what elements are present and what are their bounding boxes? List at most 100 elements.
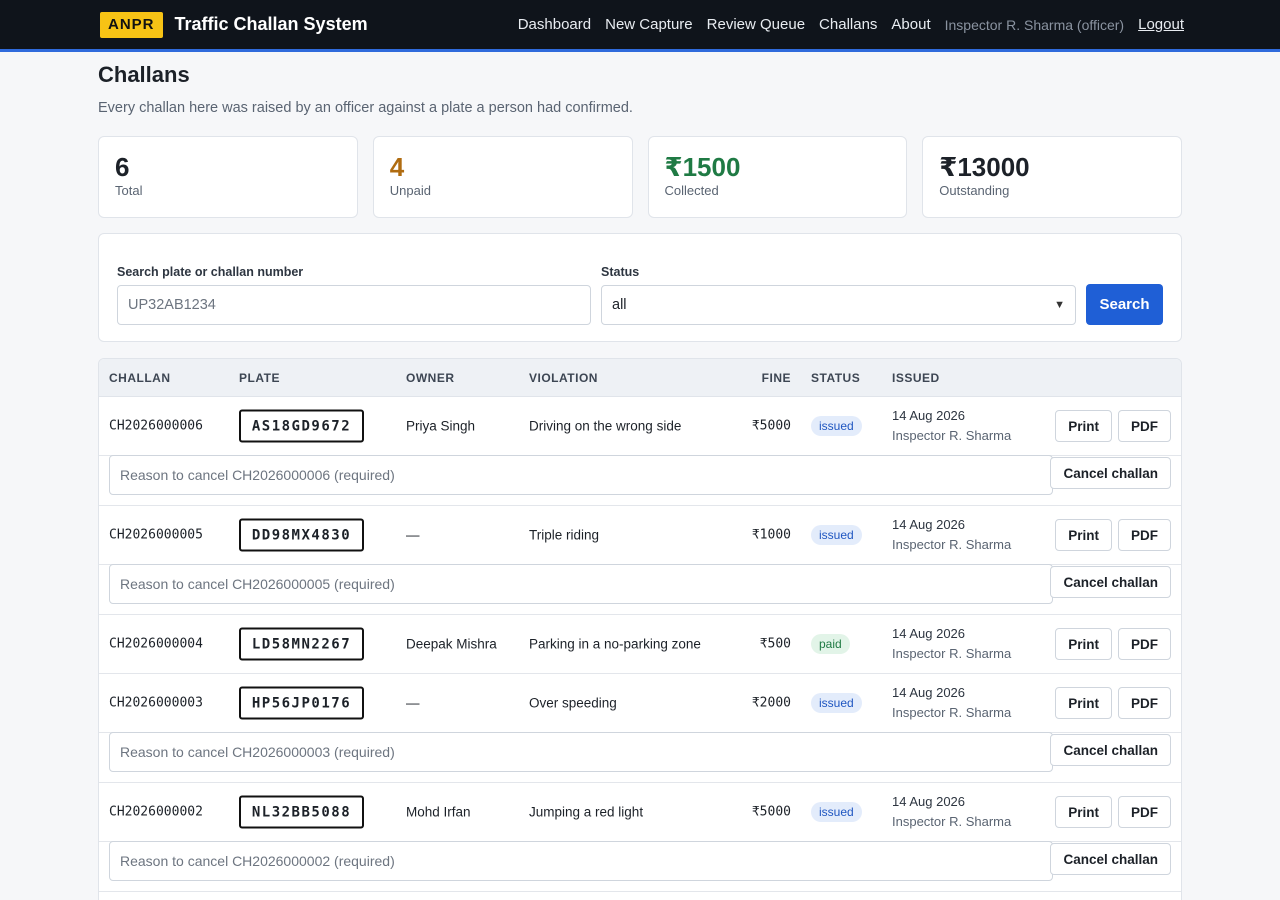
- print-button[interactable]: Print: [1055, 628, 1112, 660]
- cancel-challan-button[interactable]: Cancel challan: [1050, 734, 1171, 766]
- stat-value: ₹1500: [664, 152, 741, 182]
- status-select-value: all: [612, 297, 627, 313]
- cancel-reason-input[interactable]: [109, 841, 1053, 881]
- stat-value: 4: [389, 152, 405, 182]
- print-button[interactable]: Print: [1055, 796, 1112, 828]
- stat-label: Unpaid: [389, 183, 431, 198]
- nav-new-capture[interactable]: New Capture: [605, 16, 693, 33]
- violation: Over speeding: [529, 695, 617, 711]
- main-content: Challans Every challan here was raised b…: [98, 62, 1182, 900]
- header-issued: Issued: [892, 370, 940, 385]
- fine-amount: ₹5000: [751, 418, 791, 434]
- search-form: Search plate or challan number Status al…: [98, 233, 1182, 342]
- pdf-button[interactable]: PDF: [1118, 687, 1171, 719]
- status-select[interactable]: all ▼: [601, 285, 1076, 325]
- status-field: Status all ▼: [601, 265, 1076, 325]
- issued-info: 14 Aug 2026 Inspector R. Sharma: [892, 683, 1011, 723]
- header-plate: Plate: [239, 370, 280, 385]
- stat-label: Total: [115, 183, 143, 198]
- top-navbar: ANPR Traffic Challan System Dashboard Ne…: [0, 0, 1280, 52]
- status-badge: issued: [811, 693, 862, 713]
- logout-link[interactable]: Logout: [1138, 16, 1184, 33]
- issued-date: 14 Aug 2026: [892, 408, 966, 423]
- search-button[interactable]: Search: [1086, 284, 1163, 325]
- page-subtitle: Every challan here was raised by an offi…: [98, 100, 633, 116]
- nav-challans[interactable]: Challans: [819, 16, 877, 33]
- status-badge: issued: [811, 802, 862, 822]
- plate-number: AS18GD9672: [239, 409, 364, 443]
- cancel-reason-input[interactable]: [109, 455, 1053, 495]
- row-actions: Print PDF: [1055, 519, 1171, 551]
- issued-info: 14 Aug 2026 Inspector R. Sharma: [892, 515, 1011, 555]
- issued-by: Inspector R. Sharma: [892, 705, 1012, 720]
- row-actions: Print PDF: [1055, 410, 1171, 442]
- cancel-reason-input[interactable]: [109, 564, 1053, 604]
- table-row: CH2026000004 LD58MN2267 Deepak Mishra Pa…: [99, 615, 1181, 674]
- stat-unpaid: 4 Unpaid: [372, 136, 633, 218]
- issued-date: 14 Aug 2026: [892, 685, 966, 700]
- header-challan: Challan: [109, 370, 171, 385]
- issued-by: Inspector R. Sharma: [892, 814, 1012, 829]
- fine-amount: ₹1000: [751, 527, 791, 543]
- cancel-challan-button[interactable]: Cancel challan: [1050, 566, 1171, 598]
- page-title: Challans: [98, 62, 190, 87]
- nav-dashboard[interactable]: Dashboard: [518, 16, 591, 33]
- print-button[interactable]: Print: [1055, 519, 1112, 551]
- nav-review-queue[interactable]: Review Queue: [707, 16, 805, 33]
- issued-info: 14 Aug 2026 Inspector R. Sharma: [892, 406, 1011, 446]
- stat-total: 6 Total: [98, 136, 358, 218]
- cancel-row: Cancel challan: [99, 564, 1181, 615]
- main-nav: Dashboard New Capture Review Queue Chall…: [518, 16, 1184, 33]
- plate-number: NL32BB5088: [239, 795, 364, 829]
- print-button[interactable]: Print: [1055, 687, 1112, 719]
- stats-row: 6 Total 4 Unpaid ₹1500 Collected ₹13000 …: [98, 136, 1182, 218]
- header-fine: Fine: [761, 370, 791, 385]
- challans-table: Challan Plate Owner Violation Fine Statu…: [98, 358, 1182, 900]
- row-actions: Print PDF: [1055, 796, 1171, 828]
- pdf-button[interactable]: PDF: [1118, 519, 1171, 551]
- chevron-down-icon: ▼: [1054, 299, 1065, 311]
- status-badge: paid: [811, 634, 850, 654]
- stat-value: 6: [115, 152, 130, 182]
- issued-by: Inspector R. Sharma: [892, 428, 1012, 443]
- issued-date: 14 Aug 2026: [892, 626, 966, 641]
- issued-info: 14 Aug 2026 Inspector R. Sharma: [892, 624, 1011, 664]
- owner-name: Mohd Irfan: [406, 804, 471, 820]
- print-button[interactable]: Print: [1055, 410, 1112, 442]
- cancel-reason-input[interactable]: [109, 732, 1053, 772]
- pdf-button[interactable]: PDF: [1118, 628, 1171, 660]
- violation: Driving on the wrong side: [529, 418, 682, 434]
- row-actions: Print PDF: [1055, 687, 1171, 719]
- issued-by: Inspector R. Sharma: [892, 646, 1012, 661]
- challan-number: CH2026000005: [109, 527, 203, 543]
- nav-about[interactable]: About: [891, 16, 930, 33]
- violation: Jumping a red light: [529, 804, 644, 820]
- violation: Triple riding: [529, 527, 600, 543]
- cancel-challan-button[interactable]: Cancel challan: [1050, 457, 1171, 489]
- owner-name: Priya Singh: [406, 418, 476, 434]
- row-actions: Print PDF: [1055, 628, 1171, 660]
- challan-number: CH2026000002: [109, 804, 203, 820]
- pdf-button[interactable]: PDF: [1118, 410, 1171, 442]
- header-owner: Owner: [406, 370, 455, 385]
- status-badge: issued: [811, 416, 862, 436]
- issued-by: Inspector R. Sharma: [892, 537, 1012, 552]
- search-field: Search plate or challan number: [117, 265, 591, 325]
- issued-date: 14 Aug 2026: [892, 517, 966, 532]
- table-row: CH2026000005 DD98MX4830 — Triple riding …: [99, 506, 1181, 565]
- pdf-button[interactable]: PDF: [1118, 796, 1171, 828]
- owner-name: —: [406, 527, 420, 543]
- current-user: Inspector R. Sharma (officer): [944, 16, 1125, 33]
- issued-date: 14 Aug 2026: [892, 794, 966, 809]
- status-label: Status: [601, 265, 640, 279]
- status-badge: issued: [811, 525, 862, 545]
- owner-name: —: [406, 695, 420, 711]
- cancel-challan-button[interactable]: Cancel challan: [1050, 843, 1171, 875]
- search-input[interactable]: [117, 285, 591, 325]
- issued-info: 14 Aug 2026 Inspector R. Sharma: [892, 792, 1011, 832]
- header-status: Status: [811, 370, 861, 385]
- app-title[interactable]: Traffic Challan System: [175, 14, 368, 35]
- challan-number: CH2026000003: [109, 695, 203, 711]
- violation: Parking in a no-parking zone: [529, 636, 701, 652]
- table-header: Challan Plate Owner Violation Fine Statu…: [99, 359, 1181, 397]
